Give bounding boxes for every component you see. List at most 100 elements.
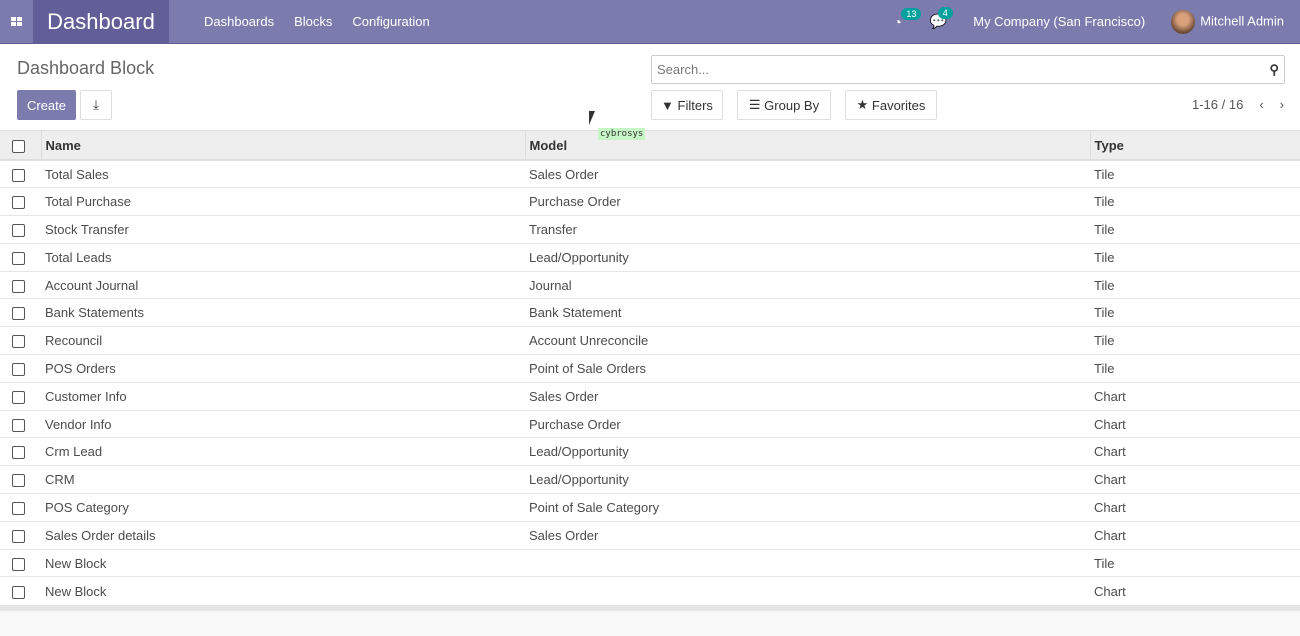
cell-name[interactable]: CRM [41,465,525,494]
column-header-name[interactable]: Name [40,131,525,161]
cell-name[interactable]: Stock Transfer [41,215,525,244]
cell-model[interactable] [525,576,1090,605]
cell-model[interactable]: Purchase Order [525,409,1090,438]
column-header-type[interactable]: Type [1089,131,1300,161]
table-row[interactable]: Account Journal Journal Tile [0,270,1300,299]
cell-type[interactable]: Tile [1090,242,1300,272]
cell-type[interactable]: Chart [1090,576,1300,605]
table-row[interactable]: CRM Lead/Opportunity Chart [0,465,1300,494]
cell-type[interactable]: Tile [1090,548,1300,577]
row-checkbox[interactable] [12,501,25,515]
cell-type[interactable]: Tile [1090,354,1300,383]
table-row[interactable]: POS Category Point of Sale Category Char… [0,493,1300,522]
cell-model[interactable]: Lead/Opportunity [525,242,1090,272]
row-checkbox[interactable] [12,418,25,432]
cell-name[interactable]: New Block [41,548,525,577]
table-row[interactable]: Crm Lead Lead/Opportunity Chart [0,437,1300,466]
row-checkbox[interactable] [12,363,25,376]
cell-type[interactable]: Tile [1090,326,1300,355]
row-checkbox[interactable] [12,557,25,571]
table-row[interactable]: Vendor Info Purchase Order Chart [0,409,1300,438]
cell-name[interactable]: Customer Info [41,381,525,411]
download-button[interactable]: ⤓ [80,90,112,120]
apps-menu-button[interactable] [0,0,33,44]
cell-name[interactable]: POS Category [41,493,525,522]
search-input[interactable]: Search... [657,62,709,77]
cell-model[interactable]: Purchase Order [525,187,1090,216]
row-checkbox[interactable] [12,224,25,238]
cell-model[interactable]: Sales Order [525,381,1090,411]
cell-type[interactable]: Chart [1090,493,1300,522]
row-checkbox[interactable] [12,529,25,543]
table-row[interactable]: Total Purchase Purchase Order Tile [0,187,1300,216]
cell-name[interactable]: Total Leads [41,242,525,272]
cell-type[interactable]: Chart [1090,465,1300,494]
menu-blocks[interactable]: Blocks [294,14,332,29]
cell-model[interactable] [525,548,1090,577]
search-icon[interactable]: ⚲ [1269,62,1279,78]
favorites-button[interactable]: ★ Favorites [845,90,937,120]
row-checkbox[interactable] [12,307,25,321]
row-checkbox[interactable] [12,168,25,182]
cell-type[interactable]: Chart [1090,520,1300,550]
table-row[interactable]: Customer Info Sales Order Chart [0,381,1300,411]
cell-type[interactable]: Tile [1090,298,1300,327]
table-row[interactable]: Bank Statements Bank Statement Tile [0,298,1300,327]
messages-button[interactable]: 💬 4 [930,7,953,30]
cell-model[interactable]: Point of Sale Category [525,493,1090,522]
row-checkbox[interactable] [12,585,25,599]
table-row[interactable]: Stock Transfer Transfer Tile [0,215,1300,244]
cell-name[interactable]: New Block [41,576,525,605]
row-checkbox[interactable] [12,196,25,210]
cell-name[interactable]: Recouncil [41,326,525,355]
cell-name[interactable]: Bank Statements [41,298,525,327]
cell-model[interactable]: Bank Statement [525,298,1090,327]
cell-model[interactable]: Sales Order [525,520,1090,550]
cell-model[interactable]: Sales Order [525,159,1090,188]
row-checkbox[interactable] [12,390,25,404]
cell-model[interactable]: Journal [525,270,1090,299]
cell-name[interactable]: Total Sales [41,159,525,188]
cell-type[interactable]: Chart [1090,437,1300,466]
cell-name[interactable]: Sales Order details [41,520,525,550]
cell-type[interactable]: Chart [1090,381,1300,411]
table-row[interactable]: Recouncil Account Unreconcile Tile [0,326,1300,355]
cell-name[interactable]: Total Purchase [41,187,525,216]
table-row[interactable]: Sales Order details Sales Order Chart [0,520,1300,550]
cell-model[interactable]: Lead/Opportunity [525,465,1090,494]
cell-name[interactable]: Crm Lead [41,437,525,466]
cell-model[interactable]: Transfer [525,215,1090,244]
cell-type[interactable]: Tile [1090,187,1300,216]
cell-name[interactable]: POS Orders [41,354,525,383]
row-checkbox[interactable] [12,335,25,349]
table-row[interactable]: Total Leads Lead/Opportunity Tile [0,242,1300,272]
table-row[interactable]: Total Sales Sales Order Tile [0,159,1300,188]
chevron-right-icon[interactable]: › [1280,97,1284,112]
pager-value[interactable]: 1-16 / 16 [1192,97,1243,112]
cell-model[interactable]: Lead/Opportunity [525,437,1090,466]
row-checkbox[interactable] [12,279,25,293]
cell-name[interactable]: Vendor Info [41,409,525,438]
cell-model[interactable]: Point of Sale Orders [525,354,1090,383]
create-button[interactable]: Create [17,90,76,120]
cell-type[interactable]: Chart [1090,409,1300,438]
chevron-left-icon[interactable]: ‹ [1259,97,1263,112]
filters-button[interactable]: ▼ Filters [651,90,723,120]
table-row[interactable]: New Block Chart [0,576,1300,605]
cell-name[interactable]: Account Journal [41,270,525,299]
table-row[interactable]: New Block Tile [0,548,1300,577]
table-row[interactable]: POS Orders Point of Sale Orders Tile [0,354,1300,383]
select-all-checkbox[interactable] [12,139,25,153]
group-by-button[interactable]: ☰ Group By [737,90,831,120]
app-brand[interactable]: Dashboard [33,0,169,44]
row-checkbox[interactable] [12,251,25,265]
row-checkbox[interactable] [12,474,25,488]
company-switcher[interactable]: My Company (San Francisco) [973,14,1145,29]
cell-model[interactable]: Account Unreconcile [525,326,1090,355]
cell-type[interactable]: Tile [1090,159,1300,188]
cell-type[interactable]: Tile [1090,215,1300,244]
user-menu[interactable]: Mitchell Admin [1171,9,1284,34]
menu-dashboards[interactable]: Dashboards [204,14,274,29]
row-checkbox[interactable] [12,446,25,460]
search-bar[interactable]: Search... ⚲ [651,55,1285,84]
